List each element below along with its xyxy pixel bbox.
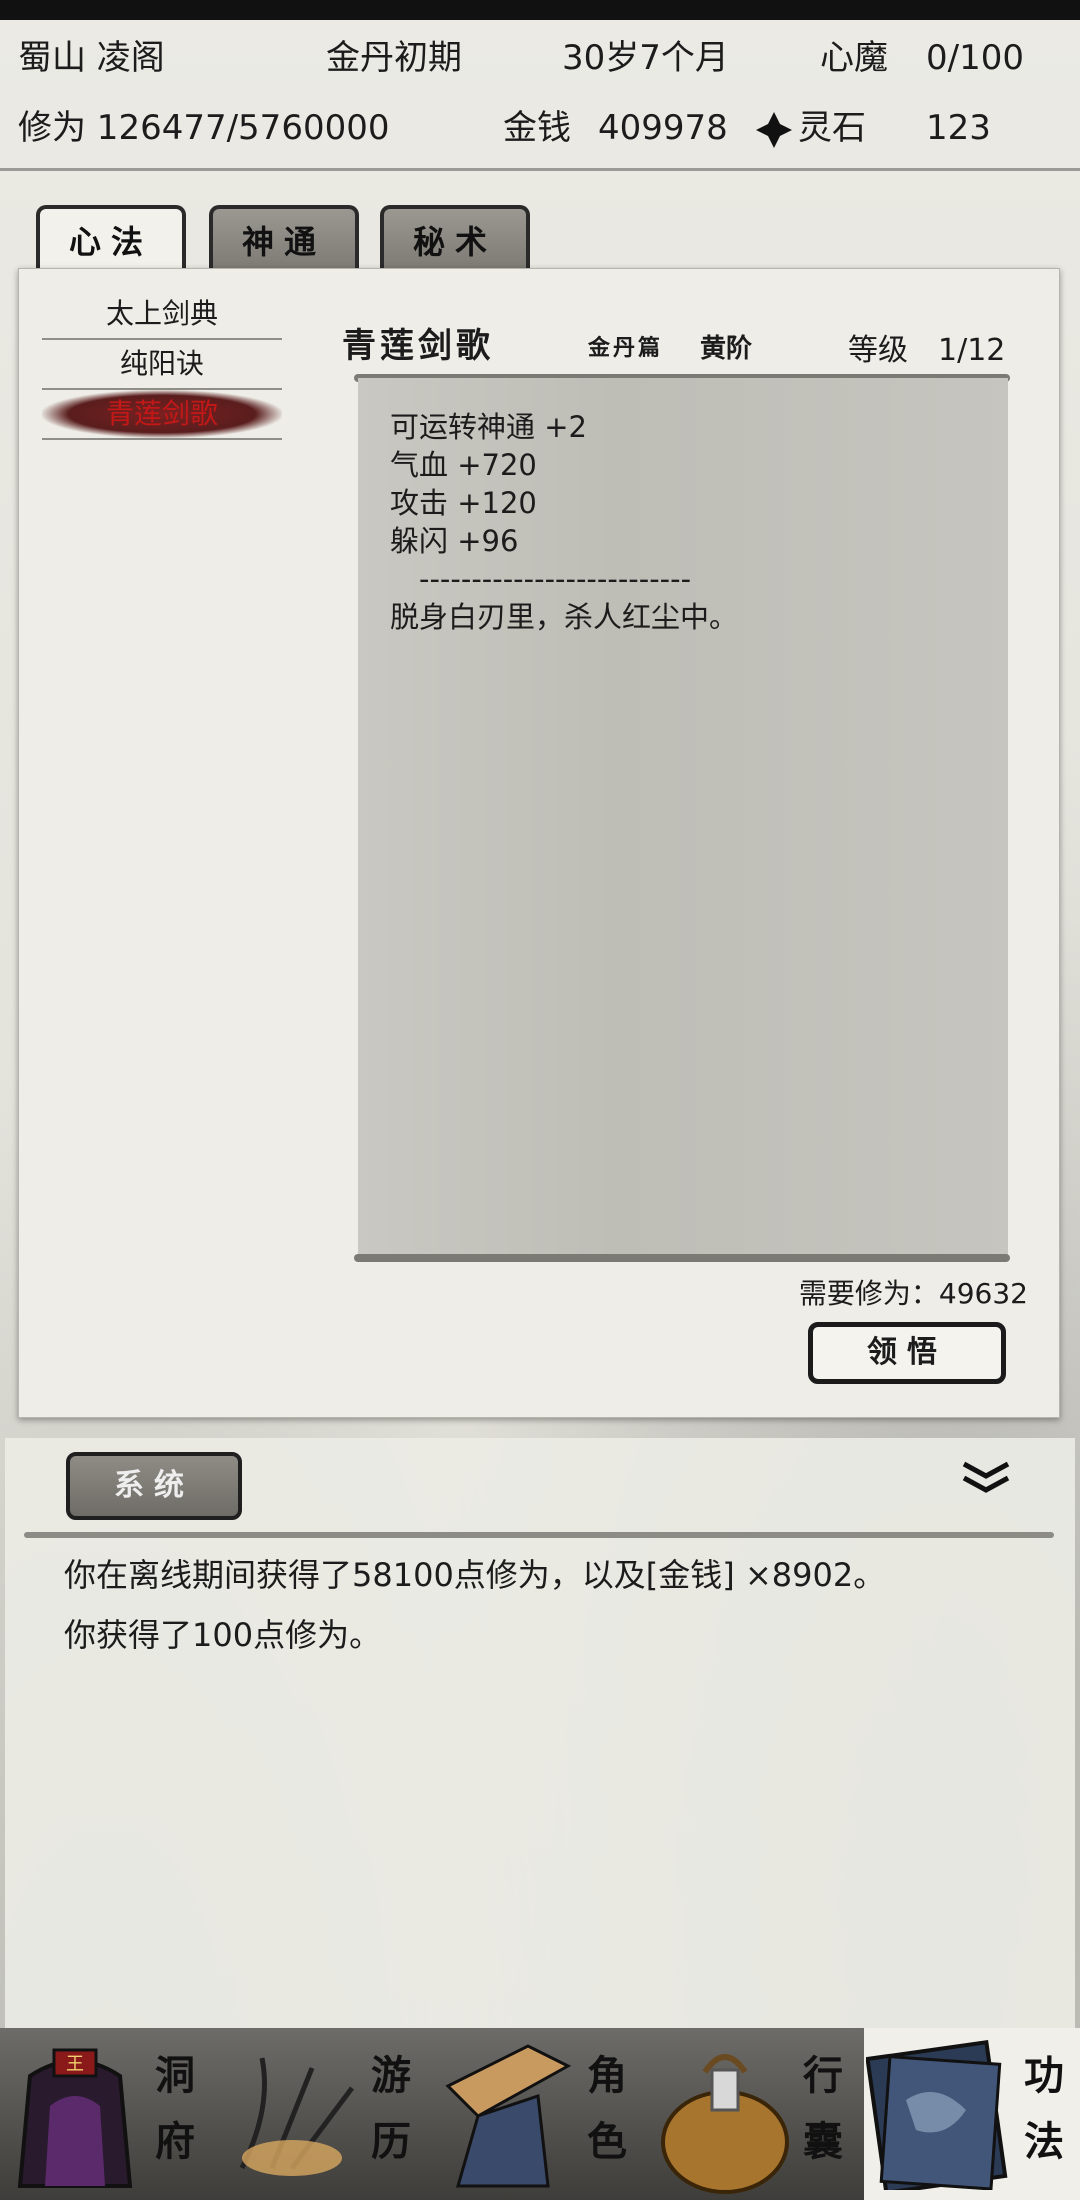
nav-travel[interactable]: 游 历 xyxy=(216,2028,432,2200)
status-divider xyxy=(0,168,1080,171)
skill-list-item-selected[interactable]: 青莲剑歌 xyxy=(42,390,282,440)
log-message: 你获得了100点修为。 xyxy=(64,1616,382,1654)
nav-character[interactable]: 角 色 xyxy=(432,2028,648,2200)
player-status-area: 蜀山 凌阁 金丹初期 30岁7个月 心魔 0/100 修为 126477/576… xyxy=(0,20,1080,168)
attribute-line: 躲闪 +96 xyxy=(390,524,519,558)
skill-level: 等级 1/12 xyxy=(848,333,1006,368)
location-label: 蜀山 凌阁 xyxy=(18,38,165,78)
nav-label-bottom: 历 xyxy=(371,2118,411,2165)
attribute-line: 气血 +720 xyxy=(390,448,537,482)
cultivation-label: 修为 126477/5760000 xyxy=(18,108,390,148)
attribute-line: 攻击 +120 xyxy=(390,486,537,520)
tab-shentong[interactable]: 神通 xyxy=(209,205,359,269)
skill-grade: 黄阶 xyxy=(700,334,753,364)
nav-label-top: 行 xyxy=(803,2052,843,2099)
nav-label-bottom: 法 xyxy=(1024,2118,1064,2165)
tab-system[interactable]: 系统 xyxy=(66,1452,242,1520)
nav-label-top: 洞 xyxy=(155,2052,195,2099)
tab-xinfa[interactable]: 心法 xyxy=(36,205,186,275)
character-icon xyxy=(445,2044,572,2188)
money-value: 409978 xyxy=(598,108,728,148)
skill-list-item[interactable]: 太上剑典 xyxy=(42,290,282,340)
money-label: 金钱 xyxy=(503,108,571,148)
skill-list-item[interactable]: 纯阳诀 xyxy=(42,340,282,390)
skill-subtitle: 金丹篇 xyxy=(588,335,664,361)
nav-label-bottom: 府 xyxy=(155,2118,195,2165)
skill-poem: 脱身白刃里，杀人红尘中。 xyxy=(390,600,739,634)
svg-text:王: 王 xyxy=(66,2054,84,2075)
spirit-stone-icon xyxy=(754,110,794,150)
collapse-chevron-icon[interactable] xyxy=(960,1460,1012,1496)
log-message: 你在离线期间获得了58100点修为，以及[金钱] ×8902。 xyxy=(64,1556,886,1594)
divider-line: -------------------------- xyxy=(390,562,692,596)
bottom-navigation: 王 洞 府 游 历 角 色 行 囊 功 法 xyxy=(0,2028,1080,2200)
scroll-rod-bottom xyxy=(354,1254,1010,1262)
nav-cave-dwelling[interactable]: 王 洞 府 xyxy=(0,2028,216,2200)
nav-label-top: 功 xyxy=(1024,2052,1064,2099)
travel-icon xyxy=(239,2057,354,2176)
system-divider xyxy=(24,1532,1054,1538)
nav-label-top: 游 xyxy=(371,2052,411,2099)
bag-icon xyxy=(661,2054,789,2194)
heart-demon-label: 心魔 xyxy=(820,38,888,78)
nav-skills[interactable]: 功 法 xyxy=(864,2028,1080,2200)
nav-label-top: 角 xyxy=(587,2052,627,2099)
required-cultivation: 需要修为：49632 xyxy=(798,1277,1028,1310)
realm-label: 金丹初期 xyxy=(326,38,462,78)
skill-title: 青莲剑歌 xyxy=(342,326,494,366)
age-label: 30岁7个月 xyxy=(562,38,729,78)
system-status-bar xyxy=(0,0,1080,20)
heart-demon-value: 0/100 xyxy=(926,38,1024,78)
skills-book-icon xyxy=(866,2040,1008,2190)
nav-bag[interactable]: 行 囊 xyxy=(648,2028,864,2200)
attribute-line: 可运转神通 +2 xyxy=(390,410,587,444)
spirit-stone-value: 123 xyxy=(926,108,991,148)
nav-label-bottom: 囊 xyxy=(803,2118,843,2165)
nav-label-bottom: 色 xyxy=(587,2118,627,2165)
learn-button[interactable]: 领悟 xyxy=(808,1322,1006,1384)
system-log-panel xyxy=(5,1438,1075,2028)
spirit-stone-label: 灵石 xyxy=(798,108,866,148)
cave-dwelling-icon: 王 xyxy=(17,2048,133,2188)
tab-mishu[interactable]: 秘术 xyxy=(380,205,530,269)
